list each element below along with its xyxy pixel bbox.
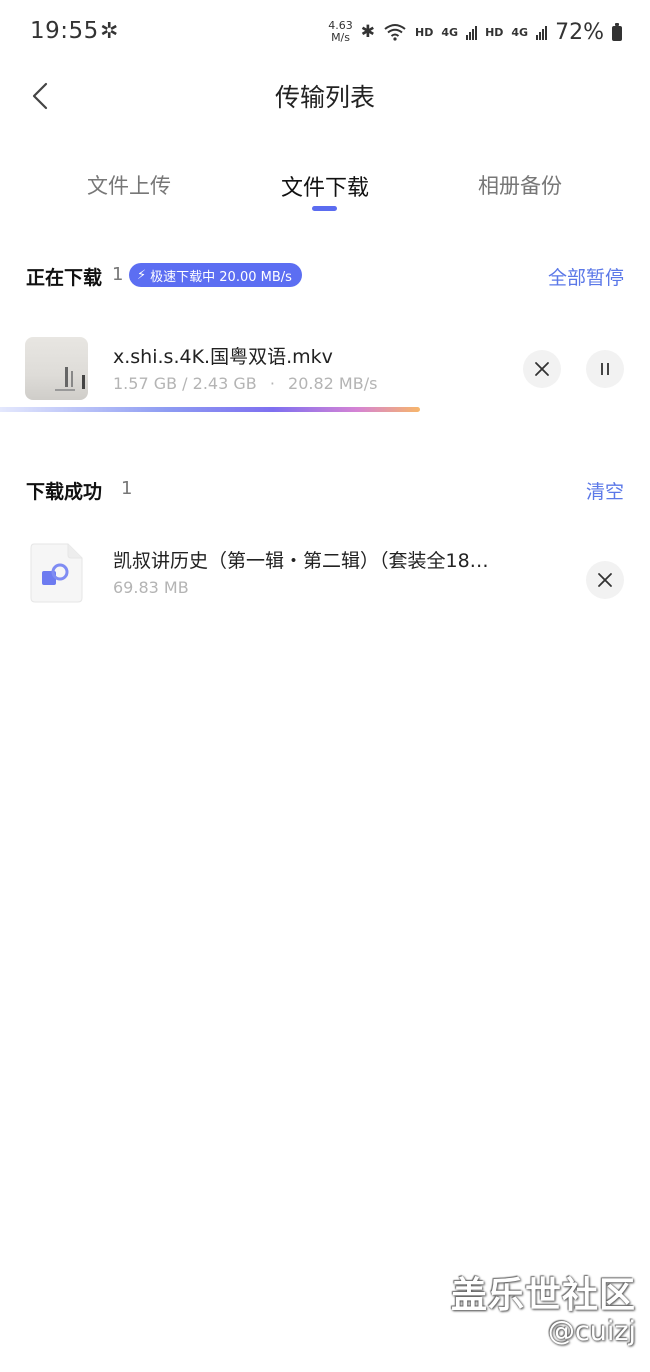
signal-icon-2: [536, 24, 548, 40]
document-file-icon: [30, 543, 83, 603]
meta-separator: ·: [269, 374, 275, 393]
download-progress-bar: [0, 407, 650, 412]
pause-download-button[interactable]: [586, 350, 624, 388]
cancel-download-button[interactable]: [523, 350, 561, 388]
status-indicators: 4.63 M/s ✱ HD 4G HD 4G 72%: [328, 17, 622, 47]
network-type-1: 4G: [441, 25, 459, 39]
completed-count: 1: [121, 478, 133, 499]
network-speed-unit: M/s: [331, 31, 350, 44]
completed-file-size: 69.83 MB: [113, 578, 189, 597]
battery-percentage: 72%: [555, 19, 604, 45]
hd-label-2: HD: [485, 25, 504, 39]
pause-icon: [601, 363, 609, 375]
tab-download[interactable]: 文件下载: [245, 170, 405, 202]
tab-upload[interactable]: 文件上传: [49, 170, 209, 200]
signal-icon-1: [466, 24, 478, 40]
hd-label-1: HD: [415, 25, 434, 39]
status-time: 19:55: [30, 18, 99, 44]
network-type-2: 4G: [511, 25, 529, 39]
clear-button[interactable]: 清空: [586, 477, 624, 504]
pause-all-button[interactable]: 全部暂停: [548, 263, 624, 290]
completed-file-name: 凯叔讲历史（第一辑・第二辑）（套装全18…: [113, 550, 489, 572]
completed-section-title: 下载成功: [26, 481, 103, 503]
network-speed: 4.63 M/s: [328, 20, 353, 44]
watermark-site: 盖乐世社区: [450, 1275, 636, 1316]
speed-badge-label: 极速下载中 20.00 MB/s: [150, 269, 292, 285]
fan-icon: ✲: [100, 19, 119, 44]
downloading-speed: 20.82 MB/s: [288, 374, 378, 393]
downloading-file-meta: 1.57 GB / 2.43 GB · 20.82 MB/s: [113, 374, 377, 393]
page-title: 传输列表: [274, 83, 375, 112]
lightning-icon: ⚡: [137, 267, 147, 283]
bluetooth-icon: ✱: [360, 22, 376, 42]
downloading-section-title: 正在下载: [26, 267, 103, 289]
downloading-size-progress: 1.57 GB / 2.43 GB: [113, 374, 257, 393]
download-progress-fill: [0, 407, 420, 412]
active-tab-indicator: [312, 206, 337, 211]
downloading-file-name: x.shi.s.4K.国粤双语.mkv: [113, 346, 333, 368]
video-thumbnail: [25, 337, 88, 400]
speed-badge: ⚡ 极速下载中 20.00 MB/s: [129, 263, 302, 287]
watermark-user: @cuizj: [547, 1316, 636, 1347]
downloading-count: 1: [112, 264, 124, 285]
wifi-icon: [384, 24, 406, 41]
tab-album-backup[interactable]: 相册备份: [440, 170, 600, 200]
close-icon: [598, 573, 612, 587]
close-icon: [535, 362, 549, 376]
remove-completed-button[interactable]: [586, 561, 624, 599]
battery-icon: [612, 23, 622, 41]
